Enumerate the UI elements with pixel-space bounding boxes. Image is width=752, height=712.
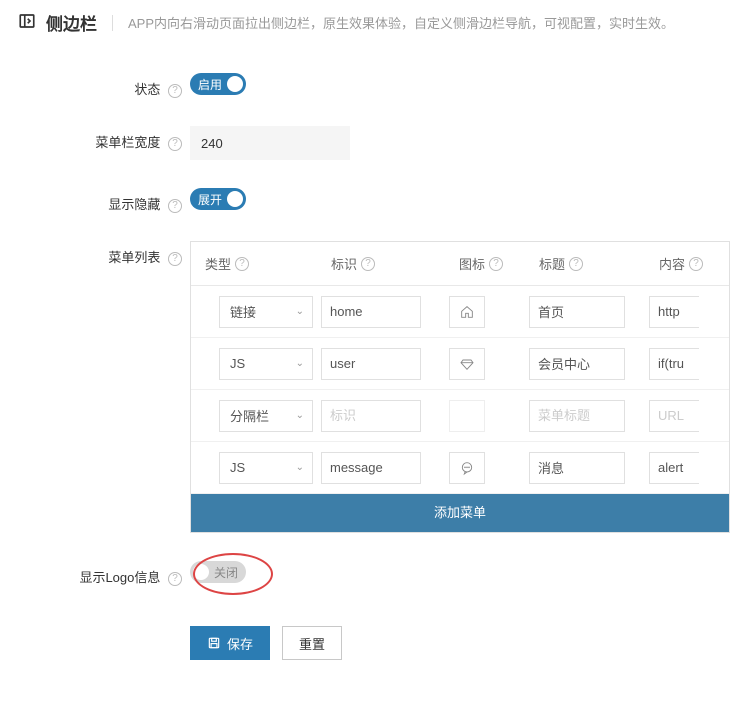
th-icon: 图标 — [459, 254, 485, 273]
menu-table: 类型? 标识? 图标? 标题? 内容? 链接 ⌄ — [190, 241, 730, 533]
save-button-label: 保存 — [227, 634, 253, 653]
select-value: JS — [230, 460, 245, 475]
content-input — [649, 400, 699, 432]
title-input — [529, 400, 625, 432]
save-button[interactable]: 保存 — [190, 626, 270, 660]
reset-button[interactable]: 重置 — [282, 626, 342, 660]
type-select[interactable]: JS ⌄ — [219, 348, 313, 380]
chevron-down-icon: ⌄ — [296, 462, 304, 473]
type-select[interactable]: JS ⌄ — [219, 452, 313, 484]
header-divider — [112, 15, 113, 31]
th-type: 类型 — [205, 254, 231, 273]
type-select[interactable]: 链接 ⌄ — [219, 296, 313, 328]
status-toggle[interactable]: 启用 — [190, 73, 246, 95]
diamond-icon — [459, 356, 475, 372]
page-title: 侧边栏 — [46, 10, 97, 35]
title-input[interactable] — [529, 452, 625, 484]
content-input[interactable] — [649, 452, 699, 484]
id-input[interactable] — [321, 296, 421, 328]
help-icon[interactable]: ? — [235, 257, 249, 271]
icon-picker[interactable] — [449, 452, 485, 484]
reset-button-label: 重置 — [299, 634, 325, 653]
help-icon[interactable]: ? — [168, 199, 182, 213]
toggle-knob — [227, 76, 243, 92]
help-icon[interactable]: ? — [168, 252, 182, 266]
id-input — [321, 400, 421, 432]
select-value: JS — [230, 356, 245, 371]
icon-picker — [449, 400, 485, 432]
toggle-text-close: 关闭 — [214, 564, 238, 581]
toggle-text-expand: 展开 — [198, 191, 222, 208]
toggle-knob — [227, 191, 243, 207]
table-row: 分隔栏 ⌄ — [191, 390, 729, 442]
icon-picker[interactable] — [449, 296, 485, 328]
title-input[interactable] — [529, 348, 625, 380]
show-logo-toggle[interactable]: 关闭 — [190, 561, 246, 583]
table-row: 链接 ⌄ — [191, 286, 729, 338]
help-icon[interactable]: ? — [689, 257, 703, 271]
content-input[interactable] — [649, 348, 699, 380]
label-show-logo: 显示Logo信息 — [79, 570, 160, 585]
select-value: 分隔栏 — [230, 406, 269, 425]
icon-picker[interactable] — [449, 348, 485, 380]
help-icon[interactable]: ? — [361, 257, 375, 271]
help-icon[interactable]: ? — [569, 257, 583, 271]
toggle-text-enable: 启用 — [198, 76, 222, 93]
table-row: JS ⌄ — [191, 442, 729, 494]
chat-icon — [459, 460, 475, 476]
label-menu-list: 菜单列表 — [108, 250, 160, 265]
label-status: 状态 — [134, 82, 160, 97]
label-menu-width: 菜单栏宽度 — [95, 135, 160, 150]
home-icon — [459, 304, 475, 320]
sidebar-page-icon — [18, 12, 36, 33]
help-icon[interactable]: ? — [168, 137, 182, 151]
th-id: 标识 — [331, 254, 357, 273]
chevron-down-icon: ⌄ — [296, 410, 304, 421]
add-menu-button[interactable]: 添加菜单 — [191, 494, 729, 532]
content-input[interactable] — [649, 296, 699, 328]
id-input[interactable] — [321, 452, 421, 484]
type-select[interactable]: 分隔栏 ⌄ — [219, 400, 313, 432]
table-row: JS ⌄ — [191, 338, 729, 390]
help-icon[interactable]: ? — [489, 257, 503, 271]
id-input[interactable] — [321, 348, 421, 380]
select-value: 链接 — [230, 302, 256, 321]
toggle-knob — [193, 564, 209, 580]
menu-width-input[interactable] — [190, 126, 350, 160]
th-content: 内容 — [659, 254, 685, 273]
label-show-hide: 显示隐藏 — [108, 197, 160, 212]
help-icon[interactable]: ? — [168, 84, 182, 98]
chevron-down-icon: ⌄ — [296, 358, 304, 369]
title-input[interactable] — [529, 296, 625, 328]
show-hide-toggle[interactable]: 展开 — [190, 188, 246, 210]
help-icon[interactable]: ? — [168, 572, 182, 586]
th-title: 标题 — [539, 254, 565, 273]
page-description: APP内向右滑动页面拉出侧边栏，原生效果体验，自定义侧滑边栏导航，可视配置，实时… — [128, 13, 674, 32]
save-icon — [207, 636, 221, 650]
chevron-down-icon: ⌄ — [296, 306, 304, 317]
